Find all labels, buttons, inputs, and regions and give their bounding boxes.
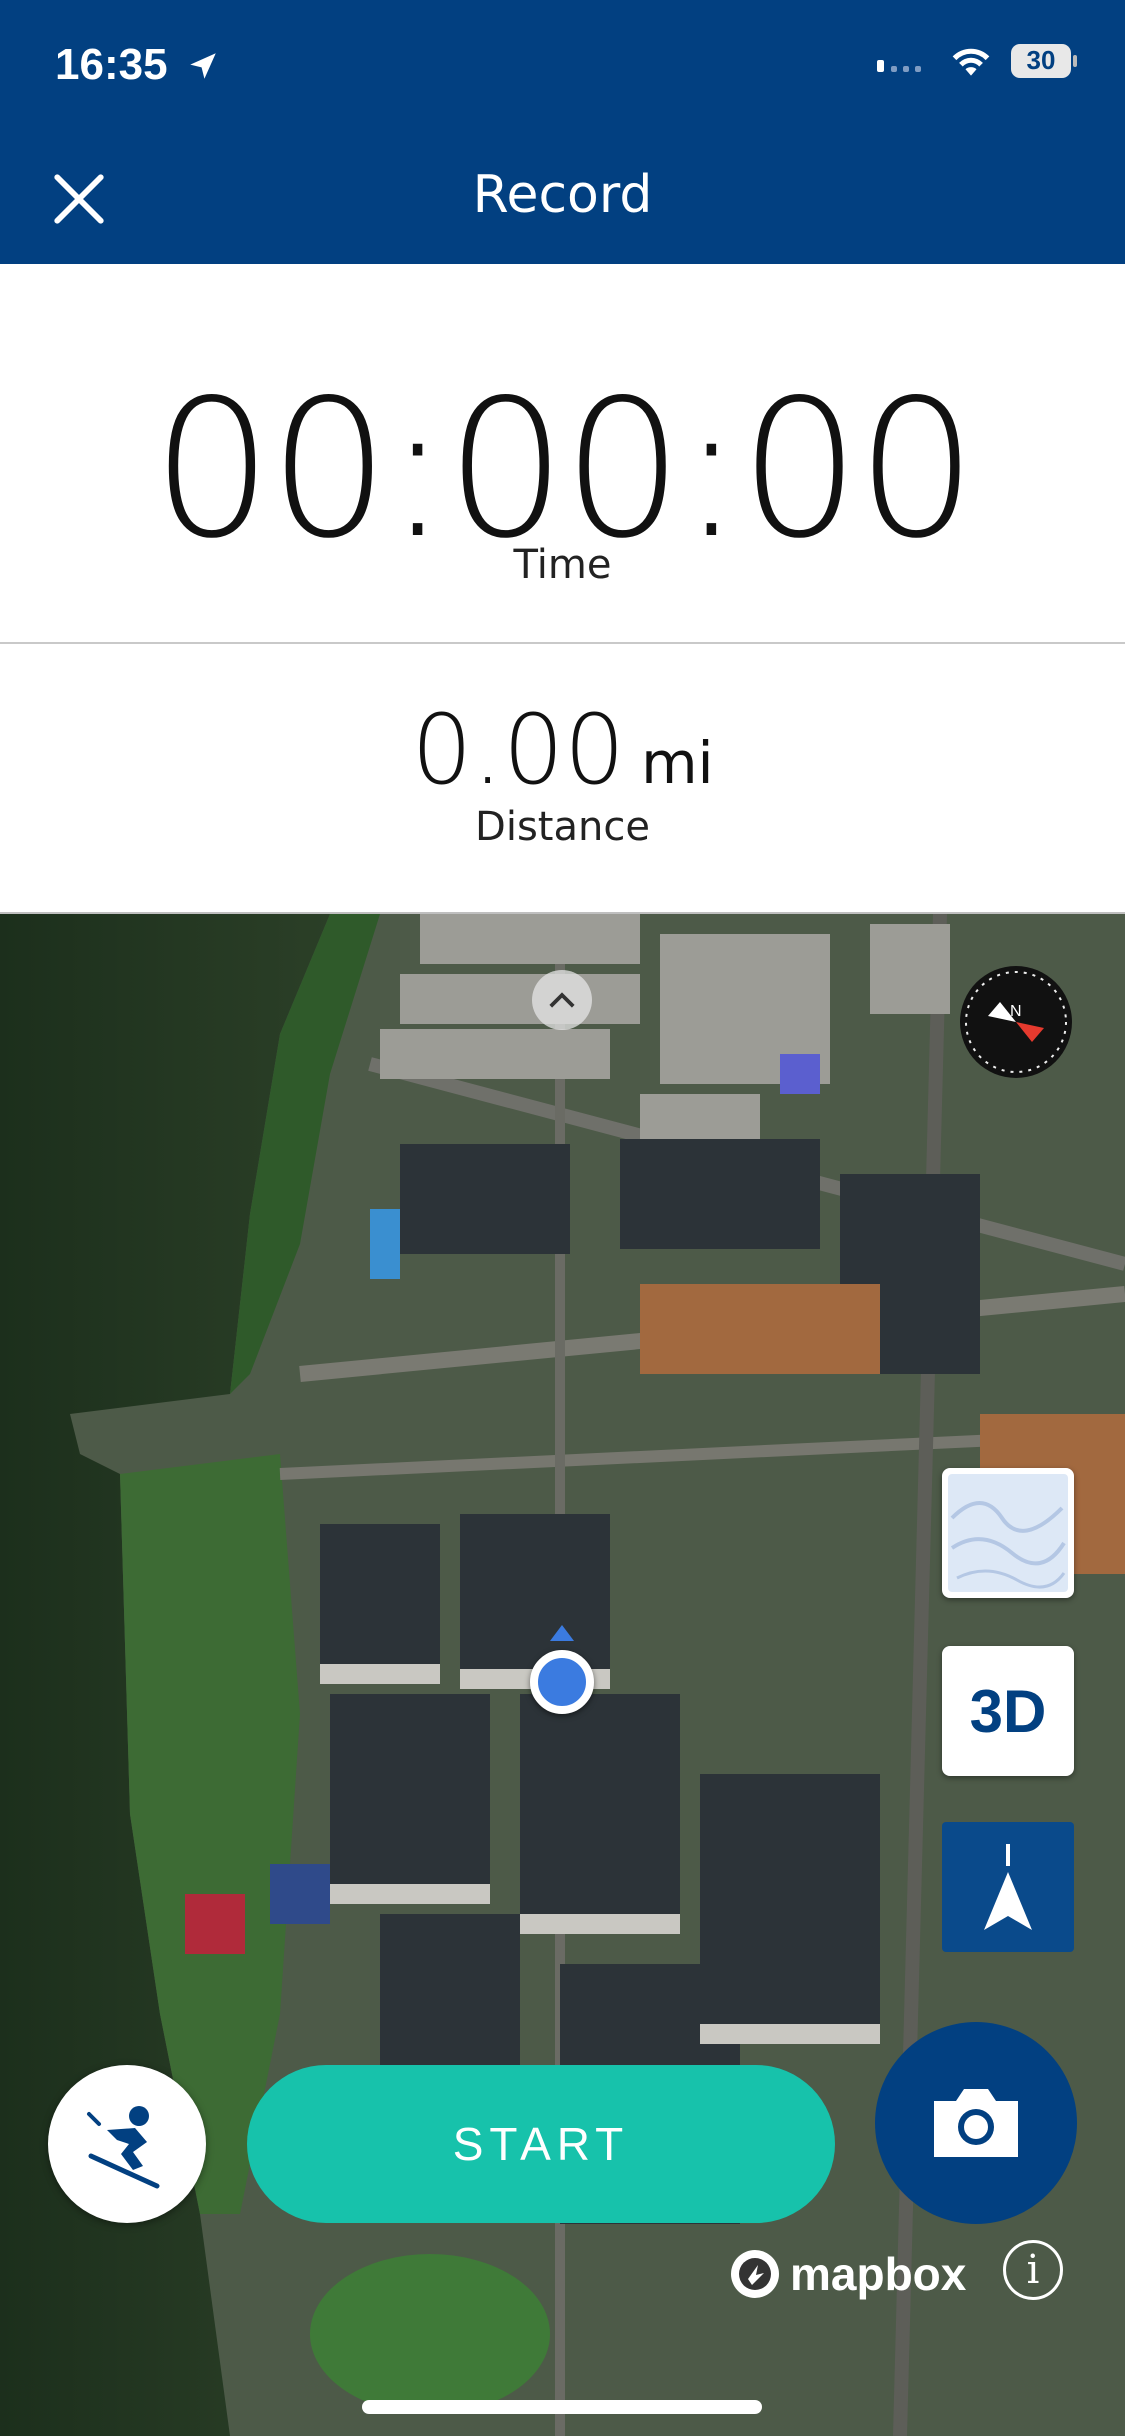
battery-icon: 30: [1011, 44, 1077, 78]
start-button[interactable]: START: [247, 2065, 835, 2223]
location-arrow-icon: [190, 53, 216, 79]
activity-type-button[interactable]: [48, 2065, 206, 2223]
camera-icon: [934, 2089, 1018, 2157]
page-title: Record: [472, 165, 653, 225]
app-header: 16:35 30 Record: [0, 0, 1125, 264]
timer-panel: 00:00:00 Time: [0, 264, 1125, 644]
timer-label: Time: [513, 542, 612, 588]
status-icons: 30: [875, 44, 1077, 78]
signal-icon: [877, 60, 921, 72]
distance-unit: mi: [641, 729, 714, 797]
mapbox-text: mapbox: [790, 2248, 967, 2300]
status-time-text: 16:35: [55, 40, 168, 89]
battery-level: 30: [1026, 45, 1056, 75]
compass-button[interactable]: N: [960, 966, 1072, 1078]
wifi-icon: [952, 48, 990, 76]
current-location-marker: [530, 1650, 594, 1714]
expand-button[interactable]: [532, 970, 592, 1030]
distance-readout: 0.00 mi: [0, 694, 1125, 806]
start-label: START: [452, 2118, 630, 2170]
chevron-up-icon: [549, 992, 575, 1008]
heading-indicator: [550, 1625, 574, 1641]
info-icon: i: [1026, 2247, 1040, 2293]
compass-icon: N: [965, 971, 1067, 1073]
distance-panel: 0.00 mi Distance: [0, 644, 1125, 914]
distance-value: 0.00: [411, 694, 626, 806]
distance-label: Distance: [475, 804, 650, 850]
mapbox-attribution[interactable]: mapbox: [728, 2247, 966, 2301]
svg-text:N: N: [1010, 1003, 1022, 1020]
terrain-layer-button[interactable]: [942, 1468, 1074, 1598]
terrain-icon: [948, 1474, 1068, 1592]
info-button[interactable]: i: [1003, 2240, 1063, 2300]
mapbox-logo-icon: [731, 2250, 779, 2298]
3d-view-label: 3D: [969, 1677, 1047, 1745]
3d-view-button[interactable]: 3D: [942, 1646, 1074, 1776]
camera-button[interactable]: [875, 2022, 1077, 2224]
skier-icon: [87, 2106, 160, 2189]
status-time: 16:35: [55, 40, 220, 90]
recenter-button[interactable]: [942, 1822, 1074, 1952]
navigation-arrow-icon: [984, 1844, 1032, 1930]
home-indicator[interactable]: [362, 2400, 762, 2414]
